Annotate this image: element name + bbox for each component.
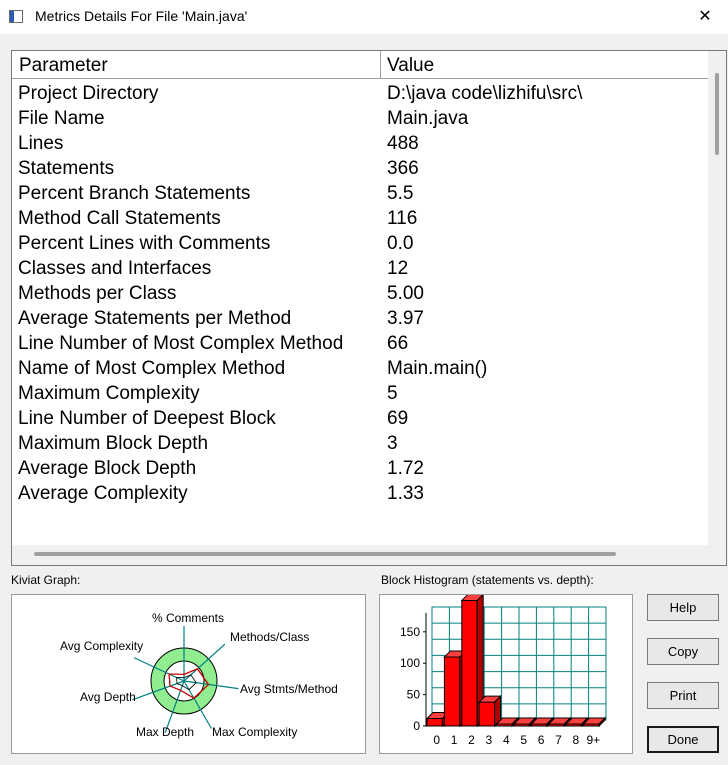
table-row[interactable]: Average Block Depth 1.72	[12, 456, 708, 481]
window-title: Metrics Details For File 'Main.java'	[35, 8, 248, 24]
value-cell: 488	[387, 133, 419, 154]
title-bar: Metrics Details For File 'Main.java' ✕	[0, 0, 728, 34]
kiviat-axis-label: Methods/Class	[230, 630, 309, 644]
value-cell: Main.java	[387, 108, 469, 129]
table-row[interactable]: Percent Lines with Comments 0.0	[12, 231, 708, 256]
table-row[interactable]: Lines 488	[12, 131, 708, 156]
horizontal-scroll-thumb[interactable]	[34, 552, 616, 556]
value-cell: 116	[387, 208, 418, 229]
table-row[interactable]: Percent Branch Statements 5.5	[12, 181, 708, 206]
histogram-x-tick-label: 9+	[586, 733, 600, 747]
table-row[interactable]: Line Number of Most Complex Method 66	[12, 331, 708, 356]
window-icon	[9, 10, 23, 23]
parameter-cell: Average Statements per Method	[18, 308, 292, 329]
copy-button[interactable]: Copy	[647, 638, 719, 665]
table-row[interactable]: Line Number of Deepest Block 69	[12, 406, 708, 431]
kiviat-axis-label: Max Complexity	[212, 725, 297, 739]
table-row[interactable]: Maximum Complexity 5	[12, 381, 708, 406]
histogram-label: Block Histogram (statements vs. depth):	[381, 573, 594, 587]
histogram-y-tick-label: 0	[413, 719, 420, 733]
histogram-y-tick-label: 50	[407, 688, 421, 702]
table-body: Project Directory D:\java code\lizhifu\sr…	[12, 81, 708, 506]
table-row[interactable]: Average Complexity 1.33	[12, 481, 708, 506]
parameter-cell: Percent Lines with Comments	[18, 233, 271, 254]
histogram-x-tick-label: 4	[503, 733, 510, 747]
value-cell: 66	[387, 333, 409, 354]
table-row[interactable]: File Name Main.java	[12, 106, 708, 131]
value-cell: 5.00	[387, 283, 424, 304]
done-button[interactable]: Done	[647, 726, 719, 753]
print-button[interactable]: Print	[647, 682, 719, 709]
parameter-cell: Methods per Class	[18, 283, 177, 304]
value-cell: 5.5	[387, 183, 414, 204]
parameter-cell: Name of Most Complex Method	[18, 358, 286, 379]
value-cell: D:\java code\lizhifu\src\	[387, 83, 583, 104]
value-cell: 12	[387, 258, 409, 279]
column-header-value[interactable]: Value	[381, 51, 708, 78]
histogram-y-tick-label: 100	[400, 656, 420, 670]
kiviat-graph: % Comments Methods/Class Avg Stmts/Method M…	[11, 594, 366, 754]
column-header-parameter[interactable]: Parameter	[12, 51, 381, 78]
kiviat-axis-label: % Comments	[152, 611, 224, 625]
parameter-cell: Maximum Complexity	[18, 383, 200, 404]
table-row[interactable]: Average Statements per Method 3.97	[12, 306, 708, 331]
vertical-scroll-thumb[interactable]	[715, 73, 719, 155]
parameter-cell: File Name	[18, 108, 105, 129]
table-row[interactable]: Statements 366	[12, 156, 708, 181]
table-header: Parameter Value	[12, 51, 708, 79]
parameter-cell: Method Call Statements	[18, 208, 221, 229]
parameter-cell: Line Number of Most Complex Method	[18, 333, 344, 354]
table-row[interactable]: Method Call Statements 116	[12, 206, 708, 231]
kiviat-axis-label: Avg Depth	[80, 690, 136, 704]
parameter-cell: Maximum Block Depth	[18, 433, 209, 454]
value-cell: 3	[387, 433, 398, 454]
parameter-cell: Lines	[18, 133, 64, 154]
vertical-scrollbar[interactable]	[708, 51, 726, 547]
parameter-cell: Line Number of Deepest Block	[18, 408, 276, 429]
parameter-cell: Project Directory	[18, 83, 159, 104]
close-button[interactable]: ✕	[682, 0, 728, 34]
value-cell: 3.97	[387, 308, 424, 329]
value-cell: 366	[387, 158, 419, 179]
histogram-x-tick-label: 0	[433, 733, 440, 747]
parameter-cell: Average Block Depth	[18, 458, 197, 479]
histogram-x-tick-label: 2	[468, 733, 475, 747]
horizontal-scrollbar[interactable]	[12, 545, 726, 565]
parameter-cell: Classes and Interfaces	[18, 258, 212, 279]
metrics-table: Parameter Value Project Directory D:\java…	[11, 50, 727, 566]
histogram-x-tick-label: 7	[555, 733, 562, 747]
help-button[interactable]: Help	[647, 594, 719, 621]
histogram-y-tick-label: 150	[400, 625, 420, 639]
value-cell: 0.0	[387, 233, 414, 254]
value-cell: 1.72	[387, 458, 424, 479]
parameter-cell: Statements	[18, 158, 115, 179]
histogram-x-tick-label: 1	[451, 733, 458, 747]
value-cell: 69	[387, 408, 409, 429]
parameter-cell: Average Complexity	[18, 483, 188, 504]
table-row[interactable]: Project Directory D:\java code\lizhifu\sr…	[12, 81, 708, 106]
kiviat-axis-label: Avg Complexity	[60, 639, 143, 653]
table-row[interactable]: Maximum Block Depth 3	[12, 431, 708, 456]
kiviat-axis-label: Avg Stmts/Method	[240, 682, 338, 696]
histogram-bar	[477, 694, 502, 728]
histogram-x-tick-label: 6	[538, 733, 545, 747]
table-row[interactable]: Name of Most Complex Method Main.main()	[12, 356, 708, 381]
block-histogram: 0 50 100 150 0 1 2 3 4 5 6 7 8 9+	[379, 594, 633, 754]
value-cell: 1.33	[387, 483, 424, 504]
histogram-x-tick-label: 8	[573, 733, 580, 747]
table-row[interactable]: Methods per Class 5.00	[12, 281, 708, 306]
parameter-cell: Percent Branch Statements	[18, 183, 251, 204]
histogram-x-tick-label: 5	[520, 733, 527, 747]
kiviat-axis-label: Max Depth	[136, 725, 194, 739]
kiviat-label: Kiviat Graph:	[11, 573, 81, 587]
table-row[interactable]: Classes and Interfaces 12	[12, 256, 708, 281]
histogram-x-tick-label: 3	[486, 733, 493, 747]
value-cell: Main.main()	[387, 358, 488, 379]
value-cell: 5	[387, 383, 398, 404]
